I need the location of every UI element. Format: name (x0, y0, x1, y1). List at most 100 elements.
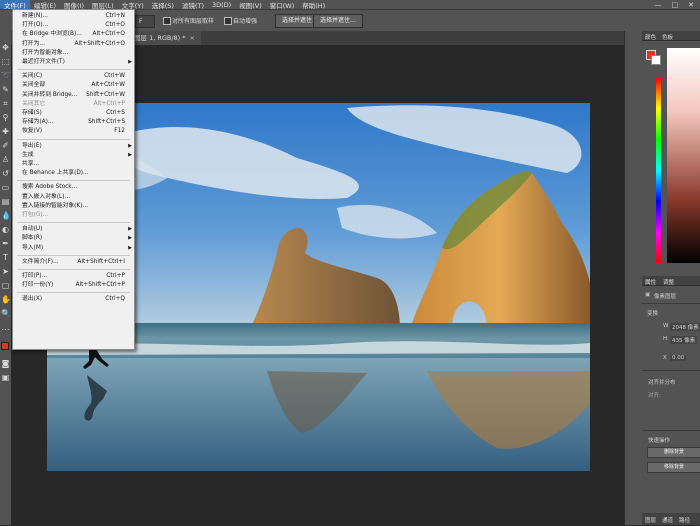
file-menu-item[interactable]: 存储为(A)... Shift+Ctrl+S (13, 118, 134, 127)
foreground-color-swatch[interactable] (1, 342, 9, 350)
divider (642, 303, 700, 304)
file-menu-item[interactable]: 生成 ▶ (13, 151, 134, 160)
file-menu-item-label: 打开(O)... (22, 22, 49, 29)
file-menu-item[interactable]: 存储(S) Ctrl+S (13, 109, 134, 118)
file-menu-item-label: 在 Bridge 中浏览(B)... (22, 31, 82, 38)
tab-layers[interactable]: 图层 (645, 516, 656, 524)
submenu-arrow-icon: ▶ (128, 142, 132, 149)
file-menu-item-label: 导出(E) (22, 142, 42, 149)
quick-select-tool-icon[interactable]: ✎ (1, 85, 10, 94)
brush-tool-icon[interactable]: ✐ (1, 141, 10, 150)
submenu-arrow-icon: ▶ (128, 226, 132, 233)
clone-stamp-tool-icon[interactable]: ♙ (1, 155, 10, 164)
tab-adjustments[interactable]: 调整 (663, 278, 674, 286)
sample-all-layers-label: 对所有图层取样 (172, 18, 215, 25)
history-brush-tool-icon[interactable]: ↺ (1, 169, 10, 178)
tab-swatches[interactable]: 色板 (662, 33, 673, 41)
edit-toolbar-icon[interactable]: … (1, 323, 10, 332)
tab-channels[interactable]: 通道 (662, 516, 673, 524)
healing-brush-tool-icon[interactable]: ✚ (1, 127, 10, 136)
align-sublabel: 对齐: (648, 393, 661, 399)
tab-paths[interactable]: 路径 (679, 516, 690, 524)
hand-tool-icon[interactable]: ✋ (1, 295, 11, 304)
quick-mask-icon[interactable]: ◙ (1, 359, 10, 368)
marquee-tool-icon[interactable]: ⬚ (1, 57, 10, 66)
file-menu-item-label: 退出(X) (22, 296, 43, 303)
auto-enhance-checkbox[interactable] (224, 17, 232, 25)
blur-tool-icon[interactable]: 💧 (1, 211, 11, 220)
file-menu-item-label: 打开为智能对象... (22, 49, 69, 56)
file-menu-item[interactable]: 最近打开文件(T) ▶ (13, 58, 134, 67)
file-menu-item-shortcut: Alt+Shift+Ctrl+I (77, 258, 125, 265)
file-menu-item[interactable]: 打印(P)... Ctrl+P (13, 272, 134, 281)
file-menu-item-label: 在 Behance 上共享(D)... (22, 170, 89, 177)
crop-tool-icon[interactable]: ⌗ (1, 99, 10, 108)
file-menu-item[interactable]: 打开为... Alt+Shift+Ctrl+O (13, 40, 134, 49)
shape-tool-icon[interactable]: ▢ (1, 281, 10, 290)
color-panel-bg-swatch[interactable] (651, 55, 661, 65)
hue-slider[interactable] (656, 78, 661, 263)
type-tool-icon[interactable]: T (1, 253, 10, 262)
file-menu-item[interactable]: 打印一份(Y) Alt+Shift+Ctrl+P (13, 281, 134, 290)
quick-actions-label: 快速操作 (648, 438, 671, 444)
file-menu-item[interactable]: 脚本(R) ▶ (13, 234, 134, 243)
path-select-tool-icon[interactable]: ➤ (1, 267, 10, 276)
h-value-field[interactable]: 435 像素 (670, 336, 698, 344)
remove-background-button[interactable]: 删除背景 (647, 447, 700, 458)
file-menu-item[interactable]: 在 Behance 上共享(D)... (13, 169, 134, 178)
minimize-button[interactable]: — (655, 1, 662, 9)
file-menu-item[interactable]: 打开(O)... Ctrl+O (13, 21, 134, 30)
file-menu-item[interactable]: 新建(N)... Ctrl+N (13, 12, 134, 21)
screen-mode-icon[interactable]: ▣ (1, 373, 10, 382)
submenu-arrow-icon: ▶ (128, 235, 132, 242)
menu-bar: 文件(F) 编辑(E) 图像(I) 图层(L) 文字(Y) 选择(S) 滤镜(T… (0, 0, 700, 10)
zoom-tool-icon[interactable]: 🔍 (1, 309, 11, 318)
options-size-field[interactable]: F (135, 15, 155, 28)
menu-separator (17, 138, 130, 140)
submenu-arrow-icon: ▶ (128, 151, 132, 158)
maximize-button[interactable]: □ (672, 1, 679, 9)
file-menu-item[interactable]: 共享... (13, 160, 134, 169)
lasso-tool-icon[interactable]: ➰ (1, 71, 11, 80)
w-value-field[interactable]: 2048 像素 (670, 323, 700, 331)
move-tool-icon[interactable]: ✥ (1, 43, 10, 52)
gradient-tool-icon[interactable]: ▤ (1, 197, 10, 206)
file-menu-item[interactable]: 自动(U) ▶ (13, 225, 134, 234)
pen-tool-icon[interactable]: ✒ (1, 239, 10, 248)
file-menu-item[interactable]: 关闭全部 Alt+Ctrl+W (13, 81, 134, 90)
file-menu-item: 关闭其它 Alt+Ctrl+P (13, 100, 134, 109)
file-menu-item[interactable]: 置入链接的智能对象(K)... (13, 202, 134, 211)
file-menu-item-shortcut: Alt+Shift+Ctrl+O (74, 40, 125, 47)
tab-color[interactable]: 颜色 (645, 33, 656, 41)
menu-separator (17, 222, 130, 224)
document-tab[interactable]: 图层 1, RGB/8) * × (128, 31, 201, 45)
x-value-field[interactable]: 0.00 (670, 355, 687, 361)
dodge-tool-icon[interactable]: ◐ (1, 225, 10, 234)
sample-all-layers-checkbox[interactable] (163, 17, 171, 25)
file-menu-item-label: 生成 (22, 151, 34, 158)
quick-action-button-2[interactable]: 移除背景 (647, 462, 700, 473)
file-menu-item-shortcut: Shift+Ctrl+W (86, 91, 125, 98)
eyedropper-tool-icon[interactable]: ⚲ (1, 113, 10, 122)
file-menu-item[interactable]: 关闭并转到 Bridge... Shift+Ctrl+W (13, 91, 134, 100)
file-menu-item[interactable]: 导出(E) ▶ (13, 142, 134, 151)
file-menu-item[interactable]: 导入(M) ▶ (13, 244, 134, 253)
file-menu-item[interactable]: 在 Bridge 中浏览(B)... Alt+Ctrl+O (13, 30, 134, 39)
file-menu-item[interactable]: 恢复(V) F12 (13, 127, 134, 136)
color-picker-field[interactable] (667, 48, 700, 263)
file-menu-item[interactable]: 文件简介(F)... Alt+Shift+Ctrl+I (13, 258, 134, 267)
close-window-button[interactable]: ✕ (688, 1, 694, 9)
file-menu-item[interactable]: 搜索 Adobe Stock... (13, 183, 134, 192)
eraser-tool-icon[interactable]: ▭ (1, 183, 10, 192)
file-menu-item[interactable]: 置入嵌入对象(L)... (13, 193, 134, 202)
auto-enhance-label: 自动增强 (233, 18, 258, 25)
file-menu-item[interactable]: 打开为智能对象... (13, 49, 134, 58)
w-label: W (663, 323, 669, 329)
submenu-arrow-icon: ▶ (128, 59, 132, 65)
select-and-mask-button[interactable]: 选择并遮住... (313, 14, 363, 28)
close-tab-icon[interactable]: × (190, 34, 195, 42)
menu-3d[interactable]: 3D(D) (208, 1, 235, 9)
file-menu-item[interactable]: 关闭(C) Ctrl+W (13, 72, 134, 81)
file-menu-item[interactable]: 退出(X) Ctrl+Q (13, 295, 134, 304)
tab-properties[interactable]: 属性 (645, 278, 656, 286)
